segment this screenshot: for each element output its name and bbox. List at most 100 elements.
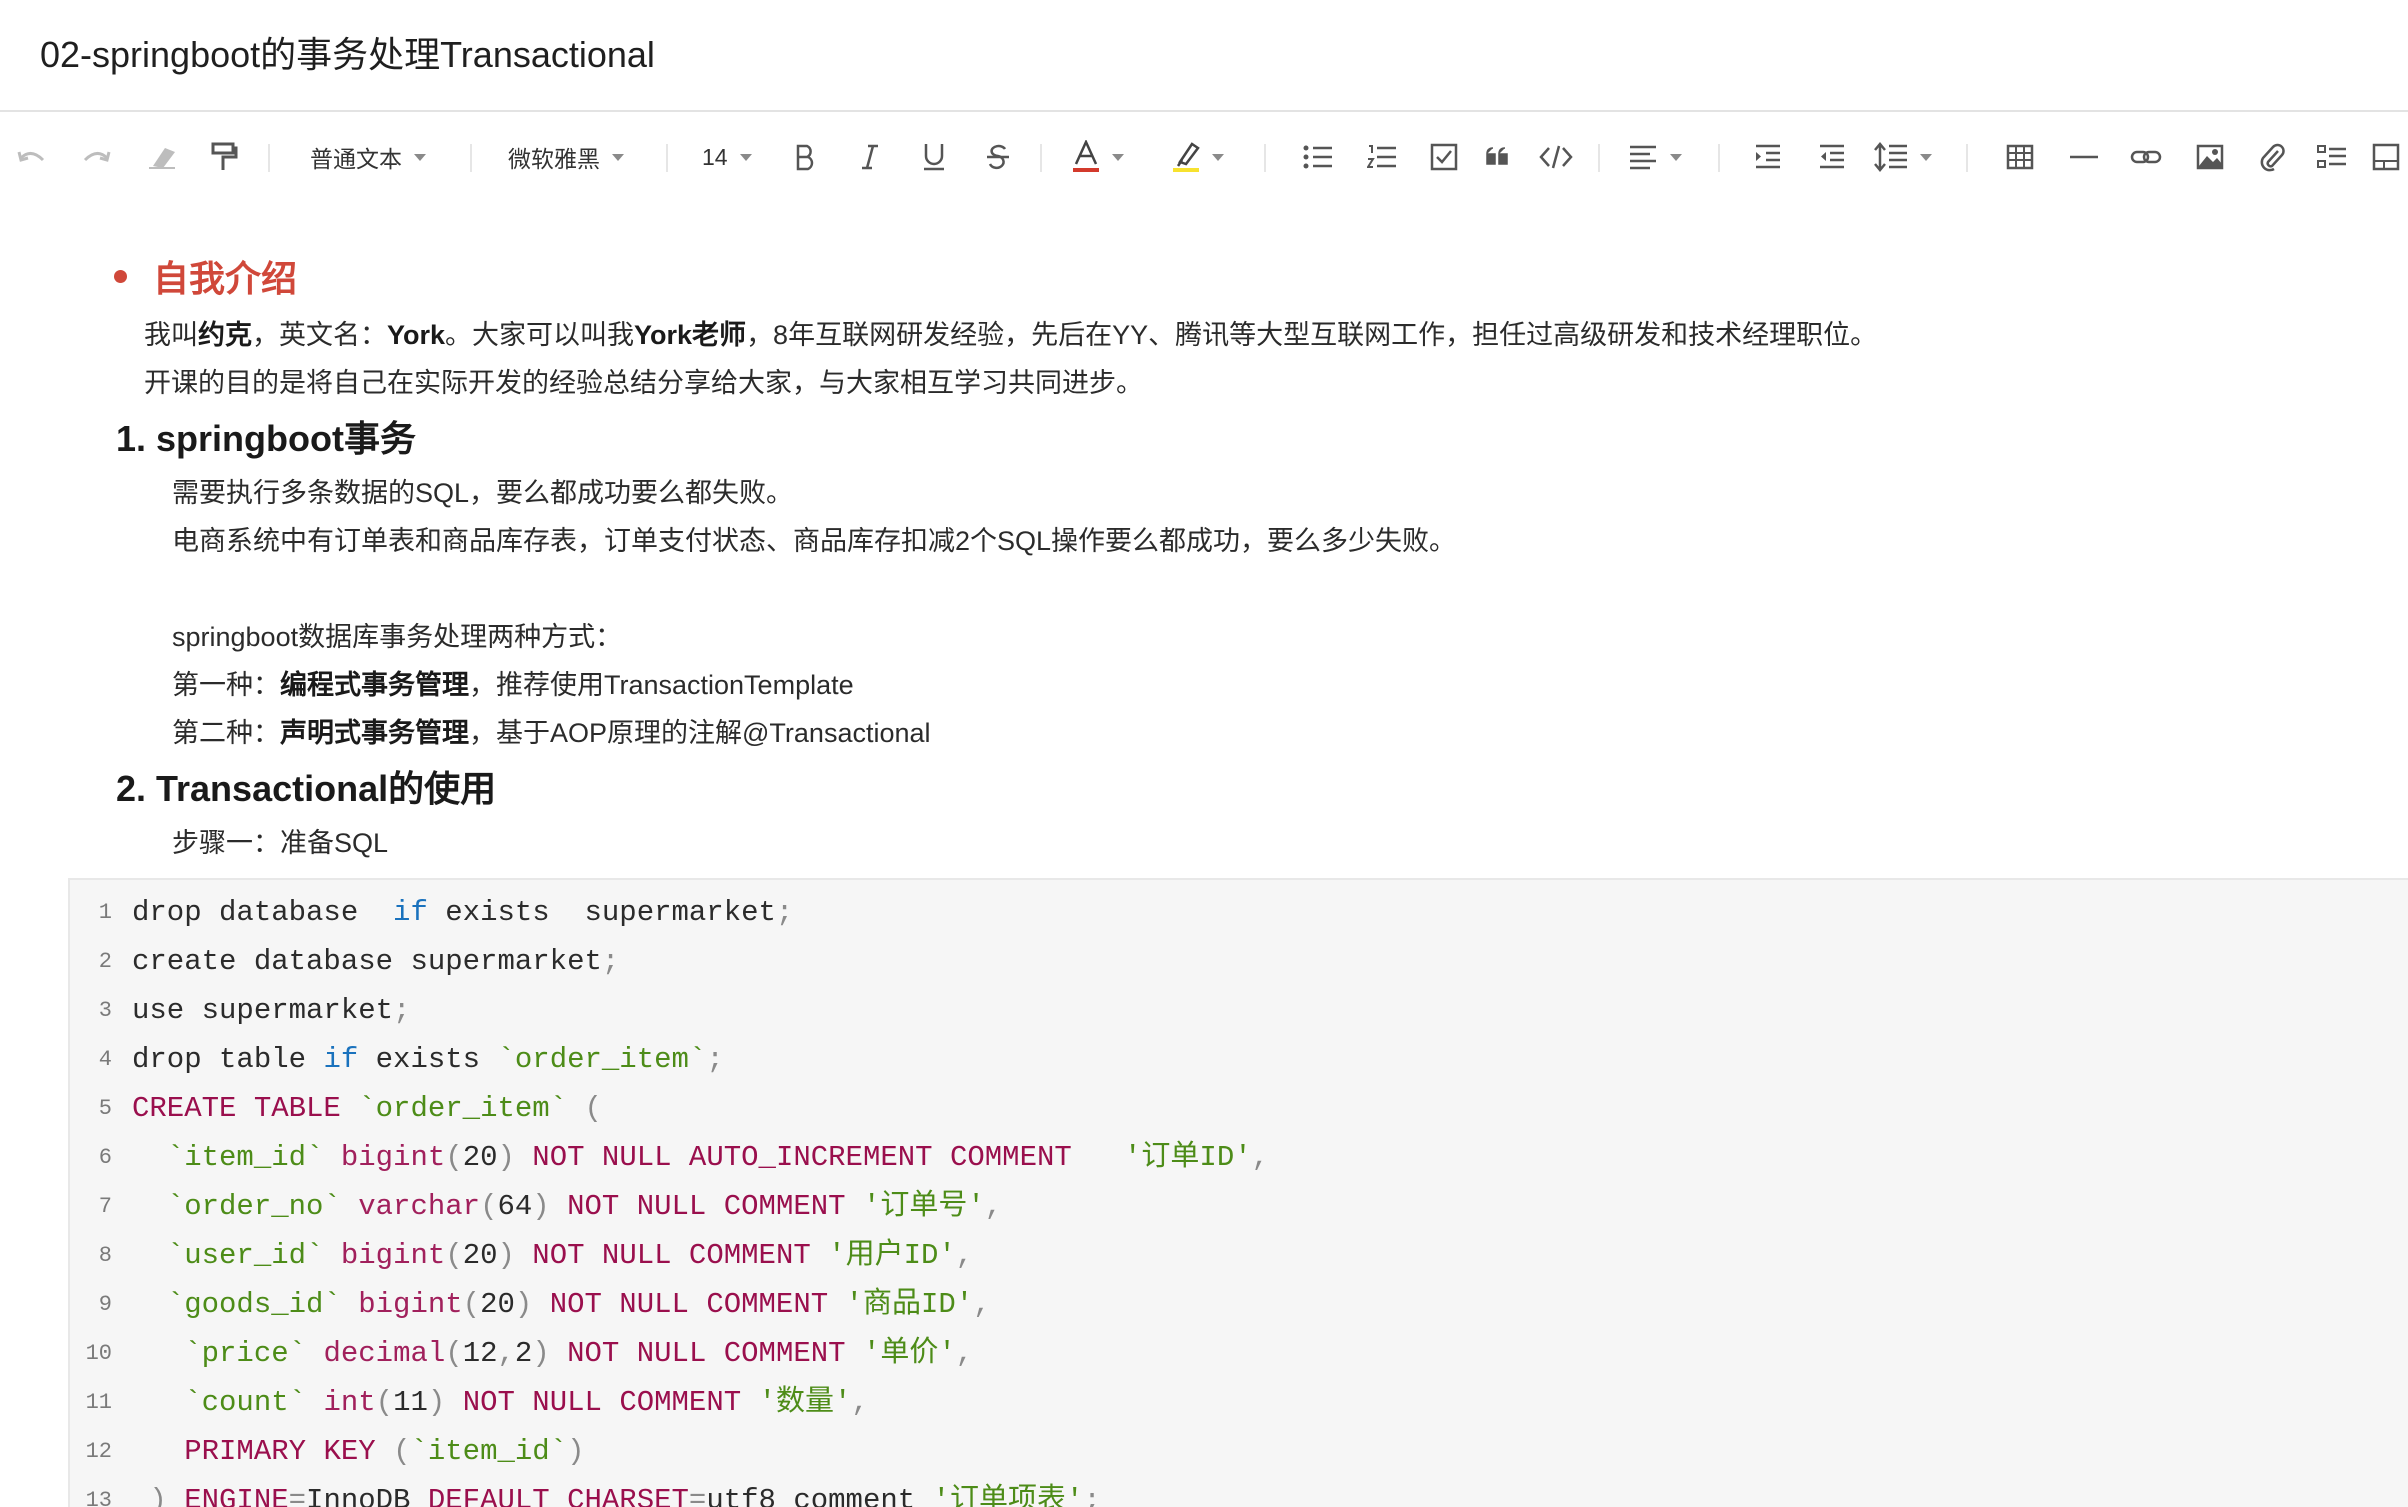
paragraph-style-select[interactable]: 普通文本 [310,112,450,202]
section-1-heading: 1. springboot事务 [116,418,416,459]
code-token: NOT NULL COMMENT [532,1288,846,1321]
line-number: 11 [85,1390,112,1415]
code-token: , [497,1337,515,1370]
toolbar-separator [1040,144,1042,172]
text-run: 第二种： [172,718,280,748]
code-token: drop table [132,1043,324,1076]
undo-icon[interactable] [12,112,52,202]
toolbar-separator [470,144,472,172]
toolbar-separator [666,144,668,172]
code-token: ; [393,994,411,1027]
font-color-button[interactable] [1072,112,1142,202]
code-token: ( [567,1092,602,1125]
chevron-down-icon [612,153,624,161]
bullet-list-icon[interactable] [1298,112,1338,202]
code-token: DEFAULT CHARSET [427,1484,689,1507]
italic-icon[interactable] [850,112,890,202]
divider-icon[interactable] [2064,112,2104,202]
code-token: , [973,1288,991,1321]
code-token: 20 [480,1288,515,1321]
numbered-list-icon[interactable] [1362,112,1402,202]
code-token: '商品ID' [845,1288,974,1321]
code-icon[interactable] [1536,112,1576,202]
toolbar-separator [1598,144,1600,172]
format-painter-icon[interactable] [204,112,244,202]
bold-text: York老师 [634,320,747,350]
code-token: NOT NULL AUTO_INCREMENT COMMENT [514,1141,1125,1174]
code-token: decimal [323,1337,446,1370]
code-token: ( [462,1288,481,1321]
code-token: bigint [340,1239,446,1272]
code-token: NOT NULL COMMENT [445,1386,759,1419]
font-size-label: 14 [702,143,728,170]
bold-text: 约克 [198,320,252,350]
underline-icon[interactable] [914,112,954,202]
strikethrough-icon[interactable] [978,112,1018,202]
font-family-select[interactable]: 微软雅黑 [508,112,648,202]
toolbar-separator [1264,144,1266,172]
code-token: `order_no` [166,1190,341,1223]
code-token: ) [427,1386,446,1419]
paragraph-style-label: 普通文本 [310,146,402,172]
title-bar: 02-springboot的事务处理Transactional [0,0,2408,112]
code-token: int [323,1386,376,1419]
link-icon[interactable] [2126,112,2166,202]
code-token: `order_item` [358,1092,568,1125]
code-token: ) [497,1239,515,1272]
code-token: '订单号' [862,1190,985,1223]
line-number: 6 [98,1145,112,1170]
attachment-icon[interactable] [2252,112,2292,202]
bold-icon[interactable] [786,112,826,202]
intro-paragraph-2: 开课的目的是将自己在实际开发的经验总结分享给大家，与大家相互学习共同进步。 [144,368,1143,398]
code-token: ( [375,1386,394,1419]
code-token: `item_id` [166,1141,324,1174]
redo-icon[interactable] [76,112,116,202]
quote-icon[interactable] [1478,112,1518,202]
table-icon[interactable] [2000,112,2040,202]
line-number: 9 [98,1292,112,1317]
code-text: `item_id` bigint(20) NOT NULL AUTO_INCRE… [132,1133,1269,1182]
code-text: PRIMARY KEY (`item_id`) [132,1427,584,1476]
code-token: '数量' [758,1386,852,1419]
line-height-button[interactable] [1874,112,1946,202]
code-token: CREATE TABLE [132,1092,359,1125]
code-token: , [1251,1141,1270,1174]
eraser-icon[interactable] [142,112,182,202]
line-number: 8 [98,1243,112,1268]
document-title[interactable]: 02-springboot的事务处理Transactional [40,26,655,78]
toolbar-separator [268,144,270,172]
text-run: 。大家可以叫我 [445,320,635,350]
code-token: NOT NULL COMMENT [549,1190,863,1223]
editor-toolbar: 普通文本 微软雅黑 14 [0,112,2408,202]
chevron-down-icon [414,153,426,161]
bold-text: York [387,320,446,350]
code-block[interactable]: 1 drop database if exists supermarket; 2 cr… [68,878,2408,1507]
highlight-button[interactable] [1172,112,1242,202]
more-icon[interactable] [2312,112,2352,202]
align-button[interactable] [1628,112,1700,202]
code-token: `count` [184,1386,307,1419]
checklist-icon[interactable] [1424,112,1464,202]
image-icon[interactable] [2190,112,2230,202]
outdent-icon[interactable] [1812,112,1852,202]
line-number: 12 [85,1439,112,1464]
code-token: use supermarket [132,994,394,1027]
toolbar-separator [1966,144,1968,172]
font-size-select[interactable]: 14 [702,112,766,202]
layout-icon[interactable] [2368,112,2404,202]
line-height-icon [1874,142,1907,172]
code-token: `order_item` [497,1043,707,1076]
bold-text: 编程式事务管理 [280,670,469,700]
code-token: PRIMARY KEY [184,1435,394,1468]
code-token: '订单项表' [932,1484,1084,1507]
indent-icon[interactable] [1748,112,1788,202]
line-number: 10 [85,1341,112,1366]
